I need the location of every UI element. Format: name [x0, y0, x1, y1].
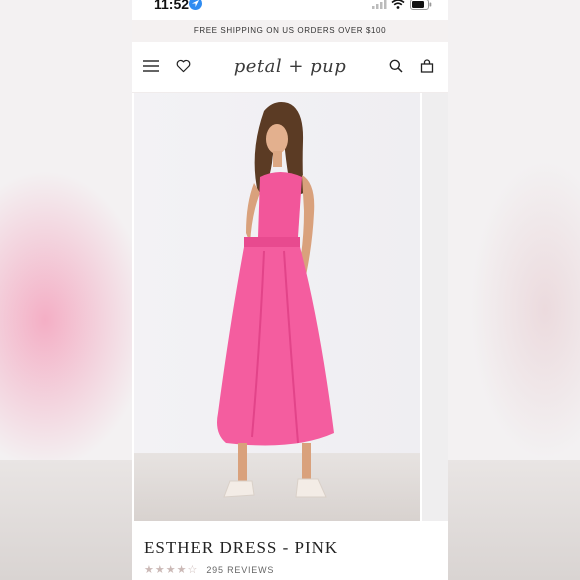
wifi-icon: [391, 0, 405, 9]
star-icon: ★: [144, 564, 154, 576]
background-right-glow: [470, 160, 580, 460]
product-title: ESTHER DRESS - PINK: [144, 538, 339, 557]
status-bar: 11:52: [132, 0, 448, 14]
star-icon: ★: [176, 564, 187, 576]
shopping-bag-icon: [420, 59, 434, 73]
star-icon: ★: [165, 564, 176, 576]
review-count[interactable]: 295 REVIEWS: [206, 565, 274, 575]
promo-banner[interactable]: FREE SHIPPING ON US ORDERS OVER $100: [132, 20, 448, 42]
battery-icon: [410, 0, 432, 10]
next-image-peek[interactable]: [422, 93, 448, 521]
bag-button[interactable]: [420, 59, 438, 75]
hamburger-menu-icon: [143, 60, 159, 72]
menu-button[interactable]: [143, 59, 161, 75]
wishlist-button[interactable]: [176, 59, 194, 75]
location-arrow-icon: [189, 0, 202, 10]
status-time: 11:52: [154, 0, 190, 12]
signal-icon: [372, 0, 387, 9]
search-button[interactable]: [389, 59, 407, 75]
background-pink-glow: [0, 170, 150, 470]
product-photo-model-in-pink-dress: [217, 102, 334, 498]
star-icon: ★: [154, 564, 165, 576]
brand-logo[interactable]: petal + pup: [232, 50, 348, 86]
search-icon: [389, 59, 403, 73]
heart-icon: [176, 59, 191, 73]
half-star-icon: ☆: [187, 564, 198, 576]
product-rating[interactable]: ★ ★ ★ ★ ☆ 295 REVIEWS: [144, 563, 274, 576]
site-header: petal + pup: [132, 42, 448, 93]
product-image-gallery[interactable]: [134, 93, 420, 521]
phone-screen: 11:52 FREE SHIPPING ON US ORDERS OVER $1…: [132, 0, 448, 580]
